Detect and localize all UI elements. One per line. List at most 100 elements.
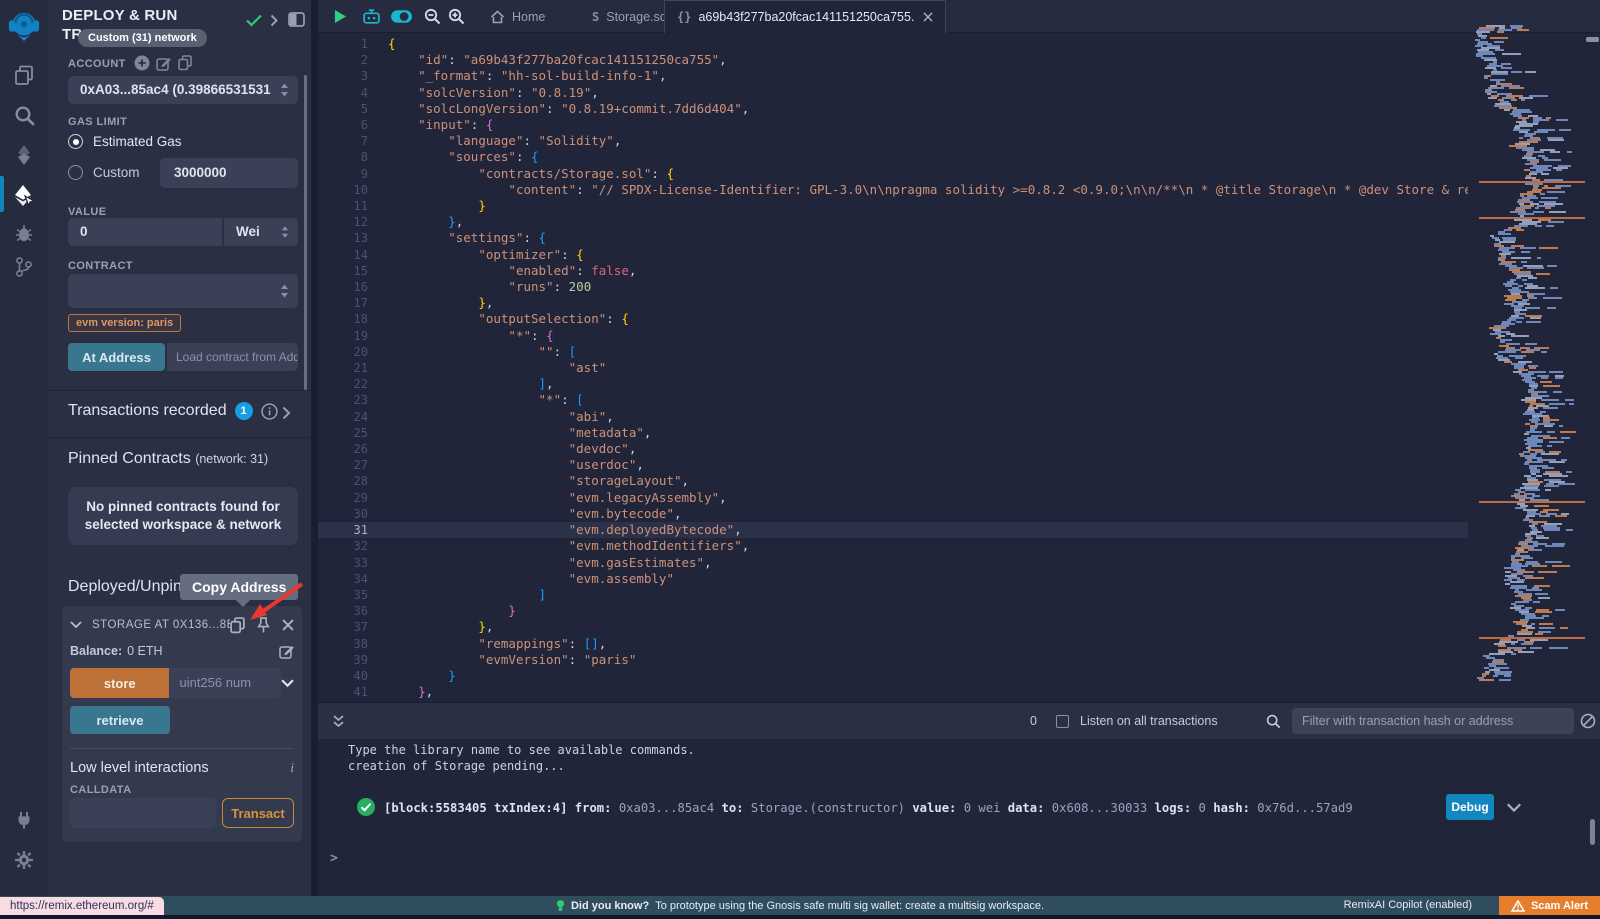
editor-area: Home S Storage.sol {} a69b43f277ba20fcac…	[318, 0, 1600, 702]
terminal-scrollbar[interactable]	[1590, 819, 1595, 845]
editor-scrollbar-thumb[interactable]	[1586, 37, 1599, 42]
code-line: 7 "language": "Solidity",	[318, 133, 1468, 149]
tab-json-active[interactable]: {} a69b43f277ba20fcac141151250ca755.json	[664, 0, 946, 33]
zoom-in-icon[interactable]	[448, 8, 465, 25]
tab-home[interactable]: Home	[478, 0, 557, 33]
zoom-out-icon[interactable]	[424, 8, 441, 25]
gas-limit-label: GAS LIMIT	[68, 116, 127, 128]
settings-gear-icon[interactable]	[0, 845, 48, 875]
tx-field-label: data:	[1008, 801, 1052, 815]
at-address-button[interactable]: At Address	[68, 343, 165, 371]
transactions-recorded-row: Transactions recorded 1	[68, 402, 278, 420]
account-select[interactable]: 0xA03...85ac4 (0.39866531531	[68, 76, 298, 104]
code-line: 24 "abi",	[318, 409, 1468, 425]
pinned-contracts-header: Pinned Contracts (network: 31)	[68, 450, 268, 468]
copy-account-icon[interactable]	[178, 55, 192, 71]
low-level-row: Low level interactions i	[70, 758, 294, 778]
code-line: 5 "solcLongVersion": "0.8.19+commit.7dd6…	[318, 101, 1468, 117]
solidity-file-icon: S	[592, 10, 599, 24]
at-address-input[interactable]: Load contract from Addre	[167, 343, 298, 371]
tx-field-value: 0x76d...57ad9	[1257, 801, 1352, 815]
expand-args-icon[interactable]	[281, 679, 294, 688]
panel-scrollbar[interactable]	[304, 75, 307, 390]
plugin-manager-icon[interactable]	[0, 805, 48, 835]
file-explorer-icon[interactable]	[0, 60, 48, 90]
filter-transactions-input[interactable]	[1292, 708, 1574, 734]
stepper-icon	[280, 84, 289, 97]
icon-rail	[0, 0, 48, 896]
code-line: 4 "solcVersion": "0.8.19",	[318, 85, 1468, 101]
retrieve-button[interactable]: retrieve	[70, 706, 170, 734]
search-transactions-icon[interactable]	[1266, 714, 1281, 729]
line-number: 12	[318, 214, 388, 230]
code-line: 3 "_format": "hh-sol-build-info-1",	[318, 68, 1468, 84]
debug-button[interactable]: Debug	[1446, 794, 1494, 820]
code-line: 8 "sources": {	[318, 149, 1468, 165]
chevron-down-icon[interactable]	[70, 621, 82, 629]
line-number: 26	[318, 441, 388, 457]
line-number: 3	[318, 68, 388, 84]
store-arg-input[interactable]: uint256 num	[169, 668, 281, 698]
custom-gas-input[interactable]: 3000000	[160, 158, 298, 188]
info-icon[interactable]: i	[290, 760, 294, 776]
line-number: 37	[318, 619, 388, 635]
calldata-input[interactable]	[70, 798, 216, 828]
minimap-row	[1473, 679, 1591, 681]
minimap[interactable]	[1473, 25, 1591, 685]
value-input[interactable]: 0	[68, 218, 222, 246]
transaction-log-line[interactable]: [block:5583405 txIndex:4] from: 0xa03...…	[384, 801, 1353, 815]
expand-terminal-icon[interactable]	[332, 714, 345, 729]
line-number: 4	[318, 85, 388, 101]
network-badge: Custom (31) network	[78, 29, 207, 47]
line-number: 23	[318, 392, 388, 408]
clear-console-icon[interactable]	[1580, 713, 1596, 729]
expand-transactions-icon[interactable]	[282, 406, 291, 420]
ai-assistant-icon[interactable]	[362, 8, 381, 25]
tx-field-label: value:	[912, 801, 963, 815]
listen-checkbox[interactable]	[1056, 715, 1069, 728]
git-branch-icon[interactable]	[0, 252, 48, 282]
line-number: 32	[318, 538, 388, 554]
copilot-status[interactable]: RemixAI Copilot (enabled)	[1344, 899, 1472, 911]
transact-button[interactable]: Transact	[222, 798, 294, 828]
line-number: 14	[318, 247, 388, 263]
contract-select[interactable]	[68, 274, 298, 308]
solidity-compiler-icon[interactable]	[0, 140, 48, 170]
remix-logo-icon[interactable]	[0, 8, 48, 44]
terminal-line: creation of Storage pending...	[348, 759, 565, 773]
line-number: 36	[318, 603, 388, 619]
line-number: 20	[318, 344, 388, 360]
run-script-icon[interactable]	[334, 9, 347, 24]
pin-panel-icon[interactable]	[288, 12, 305, 27]
deploy-run-icon[interactable]	[0, 178, 48, 212]
code-line: 23 "*": [	[318, 392, 1468, 408]
calldata-label: CALLDATA	[70, 784, 294, 796]
code-editor[interactable]: 1{2 "id": "a69b43f277ba20fcac141151250ca…	[318, 36, 1468, 702]
copilot-toggle-icon[interactable]	[390, 9, 413, 24]
store-row: store uint256 num	[70, 668, 294, 698]
store-button[interactable]: store	[70, 668, 169, 698]
custom-gas-radio[interactable]: Custom	[68, 165, 140, 180]
tx-field-label: hash:	[1213, 801, 1257, 815]
line-number: 34	[318, 571, 388, 587]
add-account-icon[interactable]	[134, 55, 150, 71]
search-icon[interactable]	[0, 100, 48, 130]
deployed-contracts-header: Deployed/Unpinn	[68, 578, 191, 596]
debugger-icon[interactable]	[0, 218, 48, 248]
terminal-prompt[interactable]: >	[330, 851, 338, 866]
tx-field-value: Storage.(constructor)	[751, 801, 912, 815]
estimated-gas-radio[interactable]: Estimated Gas	[68, 134, 182, 149]
line-number: 1	[318, 36, 388, 52]
collapse-panel-icon[interactable]	[270, 14, 279, 27]
sign-message-icon[interactable]	[156, 56, 171, 71]
lightbulb-icon	[556, 899, 565, 912]
terminal-panel: 0 Listen on all transactions Type the li…	[318, 702, 1600, 896]
line-number: 35	[318, 587, 388, 603]
close-tab-icon[interactable]	[923, 12, 933, 22]
info-icon[interactable]	[261, 403, 278, 420]
edit-balance-icon[interactable]	[279, 644, 294, 659]
line-number: 24	[318, 409, 388, 425]
value-unit-select[interactable]: Wei	[224, 218, 298, 246]
expand-tx-icon[interactable]	[1506, 803, 1522, 813]
scam-alert-badge[interactable]: Scam Alert	[1499, 896, 1600, 915]
